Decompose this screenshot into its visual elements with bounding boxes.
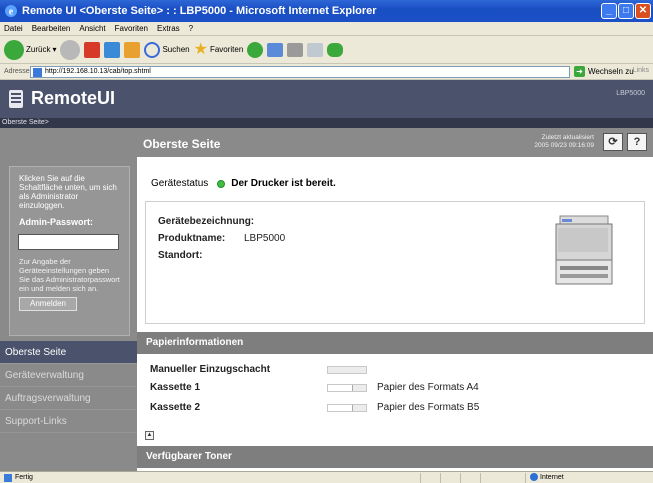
status-label: Gerätestatus <box>151 178 209 189</box>
gauge-fill <box>328 405 353 411</box>
back-arrow-icon <box>4 39 24 60</box>
maximize-button[interactable]: □ <box>618 3 634 19</box>
help-button[interactable]: ? <box>627 133 647 151</box>
device-info-box: Gerätebezeichnung: Produktname: LBP5000 … <box>145 201 645 324</box>
last-updated: Zuletzt aktualisiert 2005 09/23 09:16:09 <box>534 134 594 150</box>
login-note: Zur Angabe der Geräteeinstellungen geben… <box>19 257 120 293</box>
go-button[interactable]: ➜ Wechseln zu <box>574 66 634 77</box>
remoteui-logo-icon <box>9 89 23 108</box>
login-box: Klicken Sie auf die Schaltfläche unten, … <box>9 166 130 336</box>
back-button[interactable]: Zurück ▾ <box>4 39 56 60</box>
forward-arrow-icon[interactable] <box>60 39 81 60</box>
toner-header: Verfügbarer Toner <box>137 446 653 468</box>
menu-bar: Datei Bearbeiten Ansicht Favoriten Extra… <box>0 22 653 36</box>
paper-cassette2-gauge <box>327 404 367 412</box>
scroll-to-top-button[interactable]: ▲ <box>145 431 154 440</box>
window-titlebar: e Remote UI <Oberste Seite> : : LBP5000 … <box>0 0 653 22</box>
address-label: Adresse <box>4 68 30 75</box>
paper-cassette2-label: Kassette 2 <box>150 402 201 413</box>
search-label: Suchen <box>162 45 190 54</box>
nav-item-support-links[interactable]: Support-Links <box>0 410 137 433</box>
printer-image <box>555 215 613 285</box>
star-icon: ★ <box>193 40 208 58</box>
menu-favoriten[interactable]: Favoriten <box>115 24 148 33</box>
page-icon <box>33 68 42 77</box>
paper-cassette2-value: Papier des Formats B5 <box>377 402 480 413</box>
paper-manual-feed-label: Manueller Einzugschacht <box>150 364 271 375</box>
status-bar: Fertig Internet <box>0 471 653 483</box>
paper-cassette1-label: Kassette 1 <box>150 382 201 393</box>
status-text: Der Drucker ist bereit. <box>231 178 336 189</box>
login-instructions: Klicken Sie auf die Schaltfläche unten, … <box>19 174 117 210</box>
go-label: Wechseln zu <box>588 67 634 76</box>
refresh-button[interactable]: ⟳ <box>603 133 623 151</box>
sidebar: Klicken Sie auf die Schaltfläche unten, … <box>0 128 137 471</box>
status-ready-icon <box>217 179 226 188</box>
menu-datei[interactable]: Datei <box>4 24 23 33</box>
product-name-label: Produktname: <box>158 233 226 244</box>
main-content: Oberste Seite Zuletzt aktualisiert 2005 … <box>137 128 653 471</box>
close-button[interactable]: ✕ <box>635 3 651 19</box>
last-updated-label: Zuletzt aktualisiert <box>541 134 594 141</box>
menu-help[interactable]: ? <box>189 24 193 33</box>
paper-info-header: Papierinformationen <box>137 332 653 354</box>
sidebar-nav: Oberste Seite Geräteverwaltung Auftragsv… <box>0 341 137 433</box>
zone-label: Internet <box>540 473 564 481</box>
favorites-button[interactable]: ★ Favoriten <box>193 40 244 58</box>
location-label: Standort: <box>158 250 203 261</box>
status-left: Fertig <box>15 474 33 481</box>
home-icon[interactable] <box>124 41 141 58</box>
mail-icon[interactable] <box>267 42 284 57</box>
refresh-page-icon[interactable] <box>104 41 121 58</box>
login-button[interactable]: Anmelden <box>19 297 77 311</box>
admin-password-input[interactable] <box>18 234 119 250</box>
globe-icon <box>530 473 538 481</box>
messenger-icon[interactable] <box>327 42 344 57</box>
device-status: Gerätestatus Der Drucker ist bereit. <box>151 178 336 189</box>
breadcrumb: Oberste Seite> <box>0 118 653 128</box>
gauge-fill <box>328 385 353 391</box>
favorites-label: Favoriten <box>209 45 244 54</box>
device-name-label: Gerätebezeichnung: <box>158 216 255 227</box>
browser-toolbar: Zurück ▾ Suchen ★ Favoriten <box>0 36 653 64</box>
links-label[interactable]: Links <box>633 67 649 74</box>
stop-icon[interactable] <box>84 41 101 58</box>
nav-item-geraeteverwaltung[interactable]: Geräteverwaltung <box>0 364 137 387</box>
back-label: Zurück <box>26 45 51 54</box>
ie-logo-icon: e <box>5 5 17 18</box>
admin-password-label: Admin-Passwort: <box>19 217 94 227</box>
model-tag: LBP5000 <box>616 90 645 97</box>
content-header: Oberste Seite Zuletzt aktualisiert 2005 … <box>137 128 653 157</box>
zone-indicator: Internet <box>530 473 564 481</box>
svg-text:e: e <box>9 7 14 18</box>
last-updated-value: 2005 09/23 09:16:09 <box>534 142 594 149</box>
window-title: Remote UI <Oberste Seite> : : LBP5000 - … <box>22 5 377 17</box>
print-icon[interactable] <box>287 42 304 57</box>
menu-ansicht[interactable]: Ansicht <box>79 24 105 33</box>
product-name-value: LBP5000 <box>244 233 286 244</box>
nav-item-auftragsverwaltung[interactable]: Auftragsverwaltung <box>0 387 137 410</box>
history-icon[interactable] <box>247 41 264 58</box>
paper-manual-feed-gauge <box>327 366 367 374</box>
go-arrow-icon: ➜ <box>574 66 585 77</box>
paper-cassette1-gauge <box>327 384 367 392</box>
search-button[interactable]: Suchen <box>144 41 190 58</box>
remoteui-header: RemoteUI LBP5000 <box>0 80 653 118</box>
address-bar: Adresse http://192.168.10.13/cab/top.sht… <box>0 64 653 80</box>
menu-bearbeiten[interactable]: Bearbeiten <box>32 24 71 33</box>
menu-extras[interactable]: Extras <box>157 24 180 33</box>
refresh-icon: ⟳ <box>608 136 618 148</box>
nav-item-oberste-seite[interactable]: Oberste Seite <box>0 341 137 364</box>
done-page-icon <box>4 473 12 482</box>
brand: RemoteUI <box>9 88 115 109</box>
minimize-button[interactable]: _ <box>601 3 617 19</box>
edit-icon[interactable] <box>307 42 324 57</box>
search-icon <box>144 41 161 58</box>
address-url: http://192.168.10.13/cab/top.shtml <box>45 68 151 75</box>
page-title: Oberste Seite <box>143 137 221 151</box>
brand-name: RemoteUI <box>31 88 116 108</box>
address-input[interactable]: http://192.168.10.13/cab/top.shtml <box>30 66 570 78</box>
paper-cassette1-value: Papier des Formats A4 <box>377 382 479 393</box>
